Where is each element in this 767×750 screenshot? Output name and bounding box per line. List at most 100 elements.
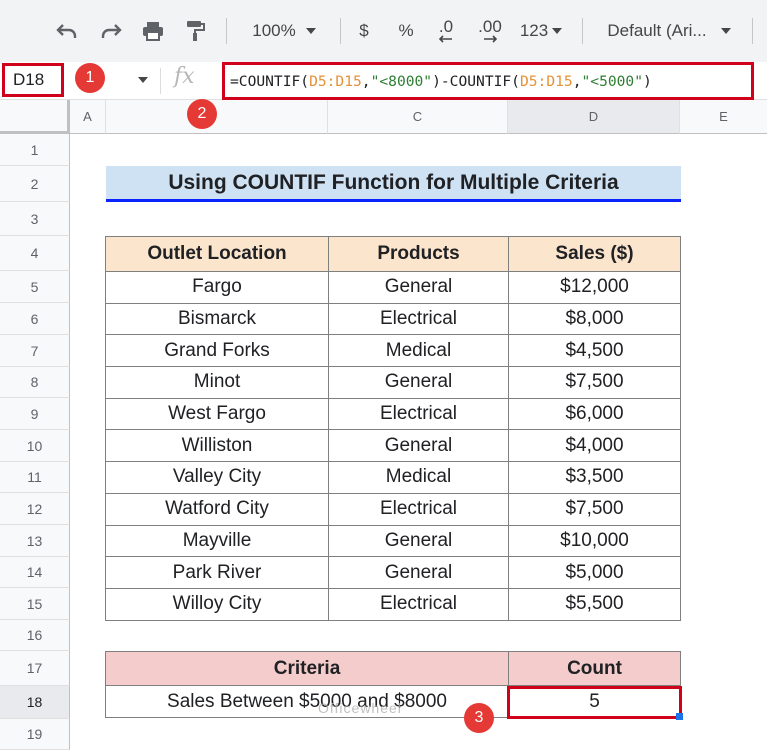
- toolbar-divider: [582, 18, 583, 44]
- column-header-products[interactable]: Products: [328, 236, 509, 272]
- row-header-7[interactable]: 7: [0, 335, 70, 367]
- sales-cell[interactable]: $5,500: [508, 587, 681, 621]
- table-row: Minot General $7,500: [105, 366, 681, 399]
- row-header-14[interactable]: 14: [0, 557, 70, 588]
- product-cell[interactable]: General: [328, 524, 509, 558]
- outlet-cell[interactable]: Park River: [105, 556, 329, 589]
- formula-part: ): [643, 72, 652, 90]
- name-box[interactable]: D18: [2, 63, 64, 97]
- outlet-cell[interactable]: Williston: [105, 429, 329, 463]
- outlet-cell[interactable]: Valley City: [105, 461, 329, 494]
- table-row: Fargo General $12,000: [105, 271, 681, 304]
- row-header-17[interactable]: 17: [0, 651, 70, 686]
- select-all-corner[interactable]: [0, 100, 70, 134]
- formula-string: "<5000": [581, 72, 644, 90]
- name-box-dropdown-icon[interactable]: [138, 77, 148, 83]
- column-header-b[interactable]: [106, 100, 328, 134]
- product-cell[interactable]: Electrical: [328, 397, 509, 431]
- table-row: Valley City Medical $3,500: [105, 461, 681, 494]
- sales-cell[interactable]: $4,500: [508, 334, 681, 368]
- increase-decimal-label: .00: [478, 17, 502, 36]
- formula-part: ,: [361, 72, 371, 90]
- row-header-9[interactable]: 9: [0, 398, 70, 430]
- row-header-10[interactable]: 10: [0, 430, 70, 462]
- outlet-cell[interactable]: Willoy City: [105, 587, 329, 621]
- sales-cell[interactable]: $7,500: [508, 492, 681, 526]
- product-cell[interactable]: General: [328, 429, 509, 463]
- row-header-1[interactable]: 1: [0, 134, 70, 166]
- sales-cell[interactable]: $7,500: [508, 366, 681, 399]
- product-cell[interactable]: Medical: [328, 334, 509, 368]
- outlet-cell[interactable]: Watford City: [105, 492, 329, 526]
- paint-format-icon[interactable]: [178, 14, 212, 48]
- formula-input[interactable]: =COUNTIF(D5:D15, "<8000")-COUNTIF(D5:D15,…: [222, 62, 754, 100]
- column-header-c[interactable]: C: [328, 100, 508, 134]
- row-header-15[interactable]: 15: [0, 588, 70, 620]
- sheet-title: Using COUNTIF Function for Multiple Crit…: [106, 166, 681, 202]
- column-header-sales[interactable]: Sales ($): [508, 236, 681, 272]
- row-header-12[interactable]: 12: [0, 493, 70, 525]
- step-badge-2: 2: [187, 99, 217, 129]
- criteria-header[interactable]: Criteria: [105, 651, 509, 686]
- row-header-8[interactable]: 8: [0, 367, 70, 398]
- outlet-cell[interactable]: Grand Forks: [105, 334, 329, 368]
- sales-cell[interactable]: $12,000: [508, 271, 681, 304]
- row-header-13[interactable]: 13: [0, 525, 70, 557]
- table-row: Williston General $4,000: [105, 429, 681, 463]
- formula-string: "<8000": [370, 72, 433, 90]
- undo-icon[interactable]: [50, 14, 84, 48]
- number-format-select[interactable]: 123: [514, 14, 568, 48]
- fill-handle[interactable]: [676, 713, 683, 720]
- sales-cell[interactable]: $5,000: [508, 556, 681, 589]
- redo-icon[interactable]: [94, 14, 128, 48]
- sales-cell[interactable]: $4,000: [508, 429, 681, 463]
- row-header-4[interactable]: 4: [0, 236, 70, 271]
- product-cell[interactable]: Electrical: [328, 587, 509, 621]
- percent-format-button[interactable]: %: [392, 14, 420, 48]
- row-header-5[interactable]: 5: [0, 271, 70, 303]
- formula-range-ref: D5:D15: [309, 72, 362, 90]
- sales-cell[interactable]: $6,000: [508, 397, 681, 431]
- decrease-decimal-label: .0: [438, 17, 454, 36]
- decrease-decimal-button[interactable]: .0: [430, 14, 462, 48]
- product-cell[interactable]: Electrical: [328, 492, 509, 526]
- product-cell[interactable]: General: [328, 556, 509, 589]
- criteria-header-row: Criteria Count: [105, 651, 681, 686]
- column-header-a[interactable]: A: [70, 100, 106, 134]
- sales-cell[interactable]: $8,000: [508, 302, 681, 336]
- count-header[interactable]: Count: [508, 651, 681, 686]
- outlet-cell[interactable]: Bismarck: [105, 302, 329, 336]
- font-family-select[interactable]: Default (Ari...: [596, 14, 742, 48]
- row-header-19[interactable]: 19: [0, 719, 70, 750]
- increase-decimal-button[interactable]: .00: [472, 14, 508, 48]
- row-header-18[interactable]: 18: [0, 686, 70, 719]
- outlet-cell[interactable]: Minot: [105, 366, 329, 399]
- row-header-6[interactable]: 6: [0, 303, 70, 335]
- row-header-3[interactable]: 3: [0, 202, 70, 236]
- sales-cell[interactable]: $10,000: [508, 524, 681, 558]
- sales-cell[interactable]: $3,500: [508, 461, 681, 494]
- chevron-down-icon: [305, 28, 316, 34]
- column-header-e[interactable]: E: [680, 100, 767, 134]
- outlet-cell[interactable]: Fargo: [105, 271, 329, 304]
- number-format-label: 123: [519, 21, 549, 40]
- zoom-select[interactable]: 100%: [238, 14, 330, 48]
- product-cell[interactable]: General: [328, 271, 509, 304]
- row-header-11[interactable]: 11: [0, 462, 70, 493]
- column-header-outlet[interactable]: Outlet Location: [105, 236, 329, 272]
- chevron-down-icon: [552, 28, 563, 34]
- product-cell[interactable]: Medical: [328, 461, 509, 494]
- formula-part: )-COUNTIF(: [432, 72, 520, 90]
- toolbar-divider: [340, 18, 341, 44]
- product-cell[interactable]: Electrical: [328, 302, 509, 336]
- table-row: Park River General $5,000: [105, 556, 681, 589]
- row-header-2[interactable]: 2: [0, 166, 70, 202]
- outlet-cell[interactable]: Mayville: [105, 524, 329, 558]
- column-header-d[interactable]: D: [508, 100, 680, 134]
- outlet-cell[interactable]: West Fargo: [105, 397, 329, 431]
- currency-format-button[interactable]: $: [350, 14, 378, 48]
- criteria-label-cell[interactable]: Sales Between $5000 and $8000: [105, 685, 509, 718]
- row-header-16[interactable]: 16: [0, 620, 70, 651]
- print-icon[interactable]: [136, 14, 170, 48]
- product-cell[interactable]: General: [328, 366, 509, 399]
